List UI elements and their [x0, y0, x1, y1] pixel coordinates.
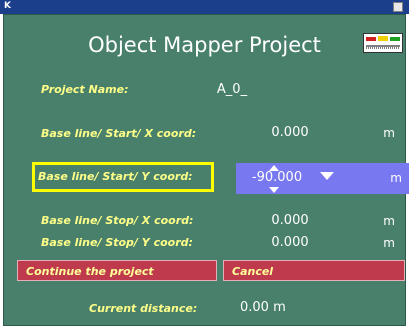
project-name-label: Project Name: — [41, 83, 129, 96]
cancel-button[interactable]: Cancel — [223, 260, 405, 281]
stop-y-unit: m — [383, 236, 395, 250]
start-x-field[interactable]: 0.000 — [230, 125, 350, 140]
project-name-field[interactable]: A_0_ — [187, 82, 277, 97]
project-dialog: Object Mapper Project Project Name: A_0_… — [3, 14, 409, 326]
stop-y-label: Base line/ Stop/ Y coord: — [41, 236, 193, 249]
start-x-label: Base line/ Start/ X coord: — [41, 127, 197, 140]
continue-button[interactable]: Continue the project — [17, 260, 217, 281]
start-y-value: -90.000 — [251, 170, 303, 185]
start-y-unit: m — [390, 171, 402, 185]
start-y-label: Base line/ Start/ Y coord: — [38, 170, 193, 183]
signal-gauge-icon — [363, 33, 403, 53]
dialog-title: Object Mapper Project — [88, 33, 321, 57]
distance-value: 0.00 m — [240, 300, 286, 315]
distance-label: Current distance: — [89, 302, 198, 315]
dropdown-arrow-icon[interactable] — [320, 172, 334, 180]
stop-x-unit: m — [383, 214, 395, 228]
stop-x-label: Base line/ Stop/ X coord: — [41, 214, 194, 227]
spin-down-icon[interactable] — [269, 187, 279, 193]
app-letter: K — [4, 1, 11, 11]
stop-x-field[interactable]: 0.000 — [230, 213, 350, 228]
window-button[interactable] — [393, 2, 403, 12]
stop-y-field[interactable]: 0.000 — [230, 235, 350, 250]
start-x-unit: m — [383, 126, 395, 140]
title-bar: K — [0, 0, 409, 14]
start-y-field[interactable]: -90.000 m — [236, 163, 409, 194]
